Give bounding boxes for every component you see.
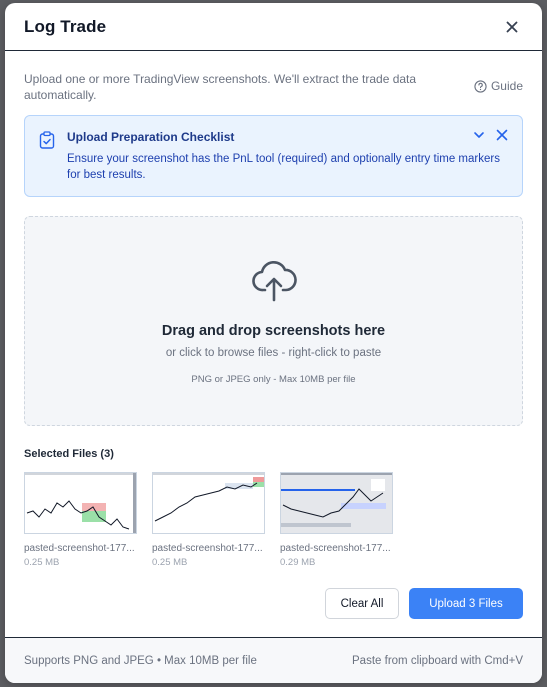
action-buttons: Clear All Upload 3 Files (325, 588, 523, 619)
modal-footer: Supports PNG and JPEG • Max 10MB per fil… (5, 637, 542, 683)
file-size: 0.25 MB (24, 557, 60, 568)
dropzone-note: PNG or JPEG only - Max 10MB per file (191, 374, 356, 385)
file-name: pasted-screenshot-177... (24, 543, 135, 554)
close-button[interactable] (501, 16, 523, 38)
checklist-title: Upload Preparation Checklist (67, 130, 235, 144)
file-name: pasted-screenshot-177... (280, 543, 391, 554)
dropzone-subtitle: or click to browse files - right-click t… (165, 347, 382, 359)
file-thumbnail (24, 472, 137, 534)
file-item[interactable]: pasted-screenshot-177... 0.25 MB (24, 472, 137, 568)
cloud-upload-icon (251, 260, 297, 302)
checklist-text: Ensure your screenshot has the PnL tool … (67, 153, 500, 181)
guide-label: Guide (490, 79, 523, 93)
file-size: 0.29 MB (280, 557, 316, 568)
collapse-checklist-button[interactable] (473, 129, 485, 141)
selected-files-list: pasted-screenshot-177... 0.25 MB pasted-… (24, 472, 523, 568)
upload-files-button[interactable]: Upload 3 Files (409, 588, 523, 619)
file-item[interactable]: pasted-screenshot-177... 0.29 MB (280, 472, 393, 568)
clear-all-button[interactable]: Clear All (325, 588, 399, 619)
modal-title: Log Trade (24, 16, 107, 36)
file-name: pasted-screenshot-177... (152, 543, 263, 554)
modal-header: Log Trade (5, 3, 542, 51)
dropzone-title: Drag and drop screenshots here (161, 323, 386, 339)
close-icon (506, 21, 518, 32)
guide-link[interactable]: Guide (474, 79, 523, 93)
footer-supported-formats: Supports PNG and JPEG • Max 10MB per fil… (24, 654, 257, 667)
close-icon (496, 129, 508, 141)
intro-text: Upload one or more TradingView screensho… (24, 72, 417, 102)
selected-files-label: Selected Files (3) (24, 448, 114, 460)
footer-paste-hint: Paste from clipboard with Cmd+V (352, 654, 523, 667)
log-trade-modal: Log Trade Upload one or more TradingView… (5, 3, 542, 683)
checklist-banner: Upload Preparation Checklist Ensure your… (24, 115, 523, 197)
file-thumbnail (152, 472, 265, 534)
intro-row: Upload one or more TradingView screensho… (5, 51, 542, 103)
file-size: 0.25 MB (152, 557, 188, 568)
dismiss-checklist-button[interactable] (496, 129, 508, 141)
file-item[interactable]: pasted-screenshot-177... 0.25 MB (152, 472, 265, 568)
chevron-down-icon (474, 132, 484, 138)
file-dropzone[interactable]: Drag and drop screenshots here or click … (24, 216, 523, 426)
help-circle-icon (474, 79, 487, 93)
checklist-actions (473, 129, 508, 141)
file-thumbnail (280, 472, 393, 534)
clipboard-check-icon (39, 131, 55, 149)
